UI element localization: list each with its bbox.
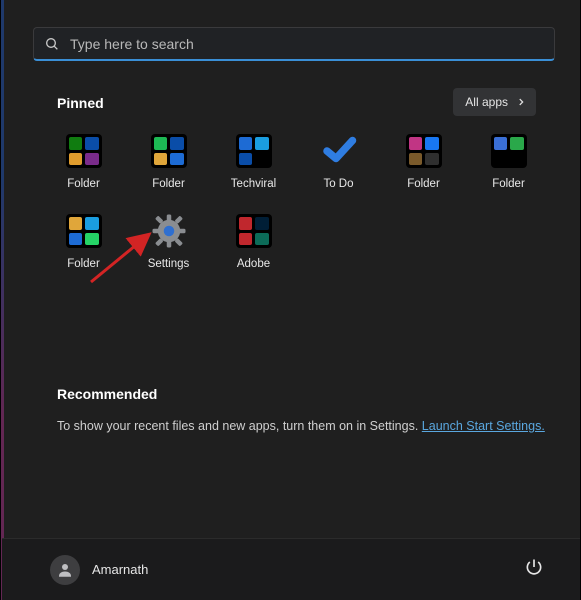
pinned-todo[interactable]: To Do (296, 126, 381, 206)
app-label: Folder (407, 178, 440, 190)
folder-icon (66, 214, 102, 248)
folder-icon (236, 214, 272, 248)
recommended-message: To show your recent files and new apps, … (57, 419, 545, 433)
app-label: Folder (67, 178, 100, 190)
pinned-settings[interactable]: Settings (126, 206, 211, 286)
checkmark-icon (318, 130, 360, 172)
app-label: To Do (323, 178, 353, 190)
pinned-folder-1[interactable]: Folder (41, 126, 126, 206)
pinned-folder-3[interactable]: Folder (381, 126, 466, 206)
pinned-heading: Pinned (57, 95, 104, 111)
folder-icon (151, 134, 187, 168)
app-label: Folder (67, 258, 100, 270)
avatar (50, 555, 80, 585)
gear-icon (148, 210, 190, 252)
app-label: Settings (148, 258, 190, 270)
pinned-folder-4[interactable]: Folder (466, 126, 551, 206)
pinned-grid: Folder Folder Techviral To Do Folder (41, 126, 551, 286)
folder-icon (66, 134, 102, 168)
pinned-adobe[interactable]: Adobe (211, 206, 296, 286)
app-label: Folder (492, 178, 525, 190)
app-label: Adobe (237, 258, 270, 270)
chevron-right-icon (516, 97, 526, 107)
folder-icon (491, 134, 527, 168)
pinned-folder-5[interactable]: Folder (41, 206, 126, 286)
app-label: Folder (152, 178, 185, 190)
accent-strip (1, 0, 4, 600)
power-icon (524, 557, 544, 577)
search-icon (44, 36, 60, 52)
user-name: Amarnath (92, 562, 148, 577)
search-box[interactable] (33, 27, 555, 61)
folder-icon (236, 134, 272, 168)
pinned-folder-2[interactable]: Folder (126, 126, 211, 206)
footer-bar: Amarnath (2, 538, 580, 600)
search-input[interactable] (70, 36, 544, 52)
app-label: Techviral (231, 178, 276, 190)
launch-start-settings-link[interactable]: Launch Start Settings. (422, 419, 545, 433)
recommended-text: To show your recent files and new apps, … (57, 419, 422, 433)
folder-icon (406, 134, 442, 168)
person-icon (56, 561, 74, 579)
power-button[interactable] (524, 557, 544, 582)
all-apps-label: All apps (465, 95, 508, 109)
recommended-heading: Recommended (57, 386, 157, 402)
pinned-techviral[interactable]: Techviral (211, 126, 296, 206)
user-account-button[interactable]: Amarnath (50, 555, 148, 585)
all-apps-button[interactable]: All apps (453, 88, 536, 116)
start-menu-panel: Pinned All apps Folder Folder Techviral (1, 0, 580, 600)
